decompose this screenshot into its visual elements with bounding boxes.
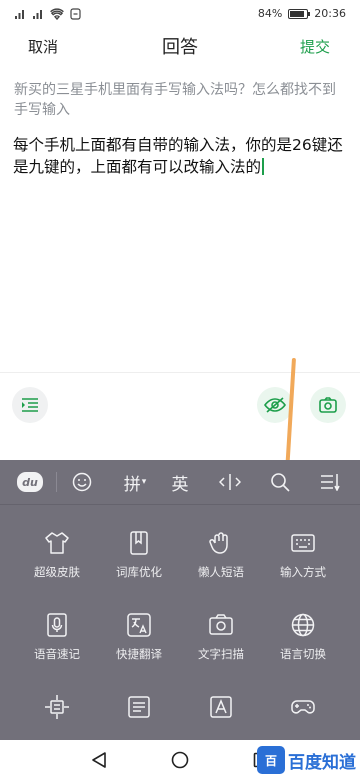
search-button[interactable] <box>266 468 294 496</box>
template-icon <box>128 696 150 718</box>
dictionary-label: 词库优化 <box>116 565 162 579</box>
editor-toolbar <box>0 372 360 460</box>
text-scan-button[interactable]: 文字扫描 <box>176 612 266 662</box>
template-button[interactable] <box>94 694 184 728</box>
clock: 20:36 <box>314 7 346 20</box>
title-bar: 取消 回答 提交 <box>0 30 360 64</box>
game-keyboard-button[interactable] <box>258 694 348 728</box>
translate-button[interactable]: 快捷翻译 <box>94 612 184 662</box>
text-cursor <box>262 158 265 175</box>
text-scan-label: 文字扫描 <box>198 647 244 661</box>
language-switch-button[interactable]: 语言切换 <box>258 612 348 662</box>
insert-image-button[interactable] <box>310 387 346 423</box>
input-method-panel: du 拼 ▾ 英 超级皮肤 词库优化 懒人短语 输入方式 语音速记 快捷翻译 文… <box>0 460 360 740</box>
back-triangle-icon <box>92 752 106 768</box>
submit-button[interactable]: 提交 <box>300 36 330 57</box>
emoji-button[interactable] <box>68 468 96 496</box>
wifi-icon <box>50 8 64 20</box>
quick-phrase-label: 懒人短语 <box>198 565 244 579</box>
dictionary-button[interactable]: 词库优化 <box>94 530 184 580</box>
battery-fill <box>290 10 304 17</box>
indent-icon <box>22 398 38 412</box>
skin-label: 超级皮肤 <box>34 565 80 579</box>
input-mode-button[interactable]: 输入方式 <box>258 530 348 580</box>
input-mode-label: 输入方式 <box>280 565 326 579</box>
font-icon <box>210 696 232 718</box>
answer-input[interactable]: 每个手机上面都有自带的输入法，你的是26键还是九键的，上面都有可以改输入法的 <box>13 134 349 178</box>
english-label: 英 <box>171 474 189 495</box>
cursor-keys-button[interactable] <box>12 694 102 728</box>
indent-button[interactable] <box>12 387 48 423</box>
status-bar: 84% 20:36 <box>0 0 360 30</box>
battery-icon <box>288 8 311 19</box>
signal-icon <box>33 10 42 19</box>
cursor-move-button[interactable] <box>216 468 244 496</box>
status-left <box>14 8 81 20</box>
shirt-icon <box>45 532 69 554</box>
quick-phrase-button[interactable]: 懒人短语 <box>176 530 266 580</box>
voice-note-icon <box>47 613 67 637</box>
book-icon <box>130 531 148 555</box>
translate-icon <box>127 613 151 637</box>
battery-percent: 84% <box>257 7 283 20</box>
status-right: 84% 20:36 <box>258 7 346 20</box>
notification-icon <box>70 8 81 20</box>
english-mode-button[interactable]: 英 <box>166 468 194 496</box>
font-button[interactable] <box>176 694 266 728</box>
collapse-keyboard-button[interactable] <box>316 468 344 496</box>
search-icon <box>271 473 290 492</box>
answer-text: 每个手机上面都有自带的输入法，你的是26键还是九键的，上面都有可以改输入法的 <box>13 136 343 176</box>
system-nav-bar: 百 百度知道 <box>0 740 360 780</box>
gamepad-icon <box>291 700 315 714</box>
pinyin-label: 拼 <box>123 474 141 495</box>
question-text: 新买的三星手机里面有手写输入法吗？怎么都找不到手写输入 <box>14 82 336 118</box>
language-switch-label: 语言切换 <box>280 647 326 661</box>
ime-logo-button[interactable]: du <box>16 468 44 496</box>
pinyin-dropdown-icon: ▾ <box>141 477 147 487</box>
voice-note-label: 语音速记 <box>34 647 80 661</box>
home-button[interactable] <box>169 749 191 771</box>
keyboard-icon <box>291 534 315 552</box>
voice-note-button[interactable]: 语音速记 <box>12 612 102 662</box>
ime-logo: du <box>17 472 43 492</box>
back-button[interactable] <box>88 749 110 771</box>
keyboard-toolbar: du 拼 ▾ 英 <box>0 460 360 504</box>
keyboard-divider <box>0 504 360 505</box>
camera-icon <box>319 397 337 413</box>
eye-hidden-icon <box>264 397 286 413</box>
home-circle-icon <box>171 751 189 769</box>
emoji-icon <box>72 472 92 492</box>
globe-icon <box>291 613 315 637</box>
camera-icon <box>209 614 233 635</box>
watermark-logo: 百 <box>257 746 285 774</box>
toolbar-divider <box>56 472 57 492</box>
cursor-move-icon <box>45 695 69 719</box>
signal-icon <box>15 10 24 19</box>
hand-icon <box>209 532 228 554</box>
translate-label: 快捷翻译 <box>116 647 162 661</box>
skin-button[interactable]: 超级皮肤 <box>12 530 102 580</box>
watermark-text: 百度知道 <box>288 752 356 773</box>
cursor-move-icon <box>219 474 241 490</box>
pinyin-mode-button[interactable]: 拼 ▾ <box>118 468 152 496</box>
collapse-icon <box>321 474 340 491</box>
watermark: 百 百度知道 <box>257 746 356 774</box>
